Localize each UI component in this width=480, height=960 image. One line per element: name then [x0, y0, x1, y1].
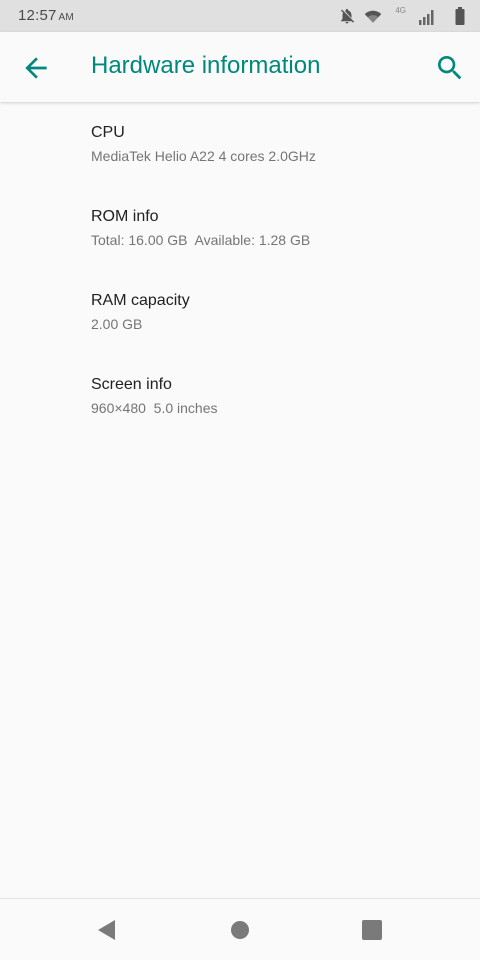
status-time-ampm: AM [58, 12, 74, 23]
item-title: ROM info [91, 208, 159, 225]
screen: 12:57 AM 4G Hardware information CPU Med… [0, 0, 480, 960]
nav-recents-button[interactable] [358, 916, 386, 944]
list-item-cpu[interactable]: CPU MediaTek Helio A22 4 cores 2.0GHz [0, 102, 480, 186]
status-time-value: 12:57 [18, 7, 57, 24]
item-title: Screen info [91, 376, 172, 393]
back-button[interactable] [20, 52, 52, 84]
page-title: Hardware information [91, 52, 321, 79]
item-title: CPU [91, 124, 125, 141]
battery-icon [455, 7, 465, 25]
search-button[interactable] [434, 52, 466, 84]
nav-home-button[interactable] [226, 916, 254, 944]
nav-back-button[interactable] [93, 916, 121, 944]
wifi-icon [364, 10, 382, 23]
status-time: 12:57 AM [18, 7, 74, 24]
arrow-back-icon [25, 57, 47, 79]
status-bar: 12:57 AM 4G [0, 0, 480, 32]
search-icon [438, 56, 462, 80]
app-bar: Hardware information [0, 32, 480, 102]
home-circle-icon [231, 921, 249, 939]
item-title: RAM capacity [91, 292, 190, 309]
recents-square-icon [362, 920, 382, 940]
item-summary: 2.00 GB [91, 316, 143, 332]
list-item-screen-info[interactable]: Screen info 960×480 5.0 inches [0, 354, 480, 438]
list-item-ram-capacity[interactable]: RAM capacity 2.00 GB [0, 270, 480, 354]
item-summary: Total: 16.00 GB Available: 1.28 GB [91, 232, 311, 248]
back-triangle-icon [98, 920, 115, 940]
signal-icon [419, 10, 434, 25]
network-type-label: 4G [395, 6, 406, 15]
item-summary: MediaTek Helio A22 4 cores 2.0GHz [91, 148, 316, 164]
item-summary: 960×480 5.0 inches [91, 400, 218, 416]
list-item-rom-info[interactable]: ROM info Total: 16.00 GB Available: 1.28… [0, 186, 480, 270]
navigation-bar [0, 898, 480, 960]
notifications-off-icon [341, 8, 355, 24]
